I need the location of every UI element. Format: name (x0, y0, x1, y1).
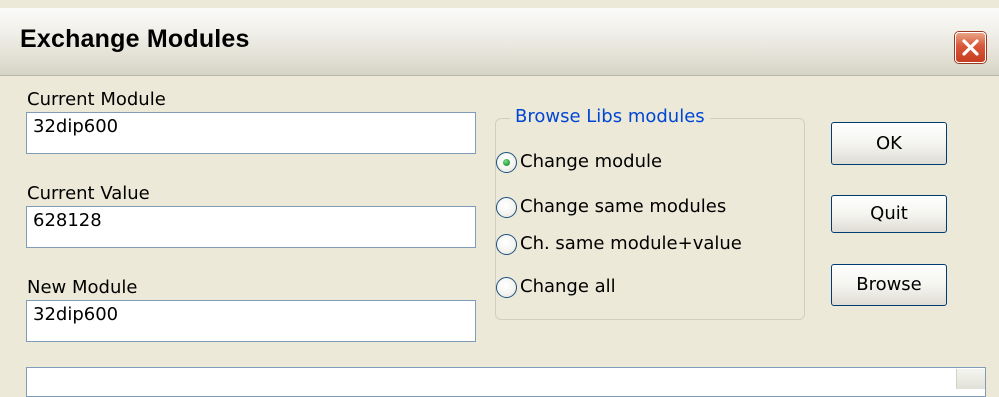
browse-button[interactable]: Browse (831, 264, 947, 306)
radio-label: Change all (520, 276, 616, 297)
new-module-field[interactable]: 32dip600 (26, 300, 476, 342)
radio-button-icon (496, 234, 517, 255)
window-title: Exchange Modules (20, 25, 250, 53)
browse-libs-group-title: Browse Libs modules (510, 106, 710, 127)
module-list-box[interactable] (26, 367, 986, 397)
radio-label: Ch. same module+value (520, 233, 742, 254)
quit-button[interactable]: Quit (831, 195, 947, 233)
ok-button[interactable]: OK (831, 122, 947, 165)
radio-label: Change module (520, 151, 663, 172)
radio-selected-dot (503, 159, 510, 166)
new-module-label: New Module (27, 277, 138, 298)
scrollbar[interactable] (956, 369, 985, 389)
radio-button-icon (496, 197, 517, 218)
title-bar: Exchange Modules (0, 8, 999, 76)
close-icon (962, 39, 979, 56)
radio-button-icon (496, 152, 517, 173)
current-module-field[interactable]: 32dip600 (26, 112, 476, 154)
radio-button-icon (496, 277, 517, 298)
current-module-label: Current Module (27, 89, 166, 110)
close-button[interactable] (955, 32, 986, 63)
current-value-label: Current Value (27, 183, 150, 204)
current-value-field[interactable]: 628128 (26, 206, 476, 248)
radio-label: Change same modules (520, 196, 727, 217)
